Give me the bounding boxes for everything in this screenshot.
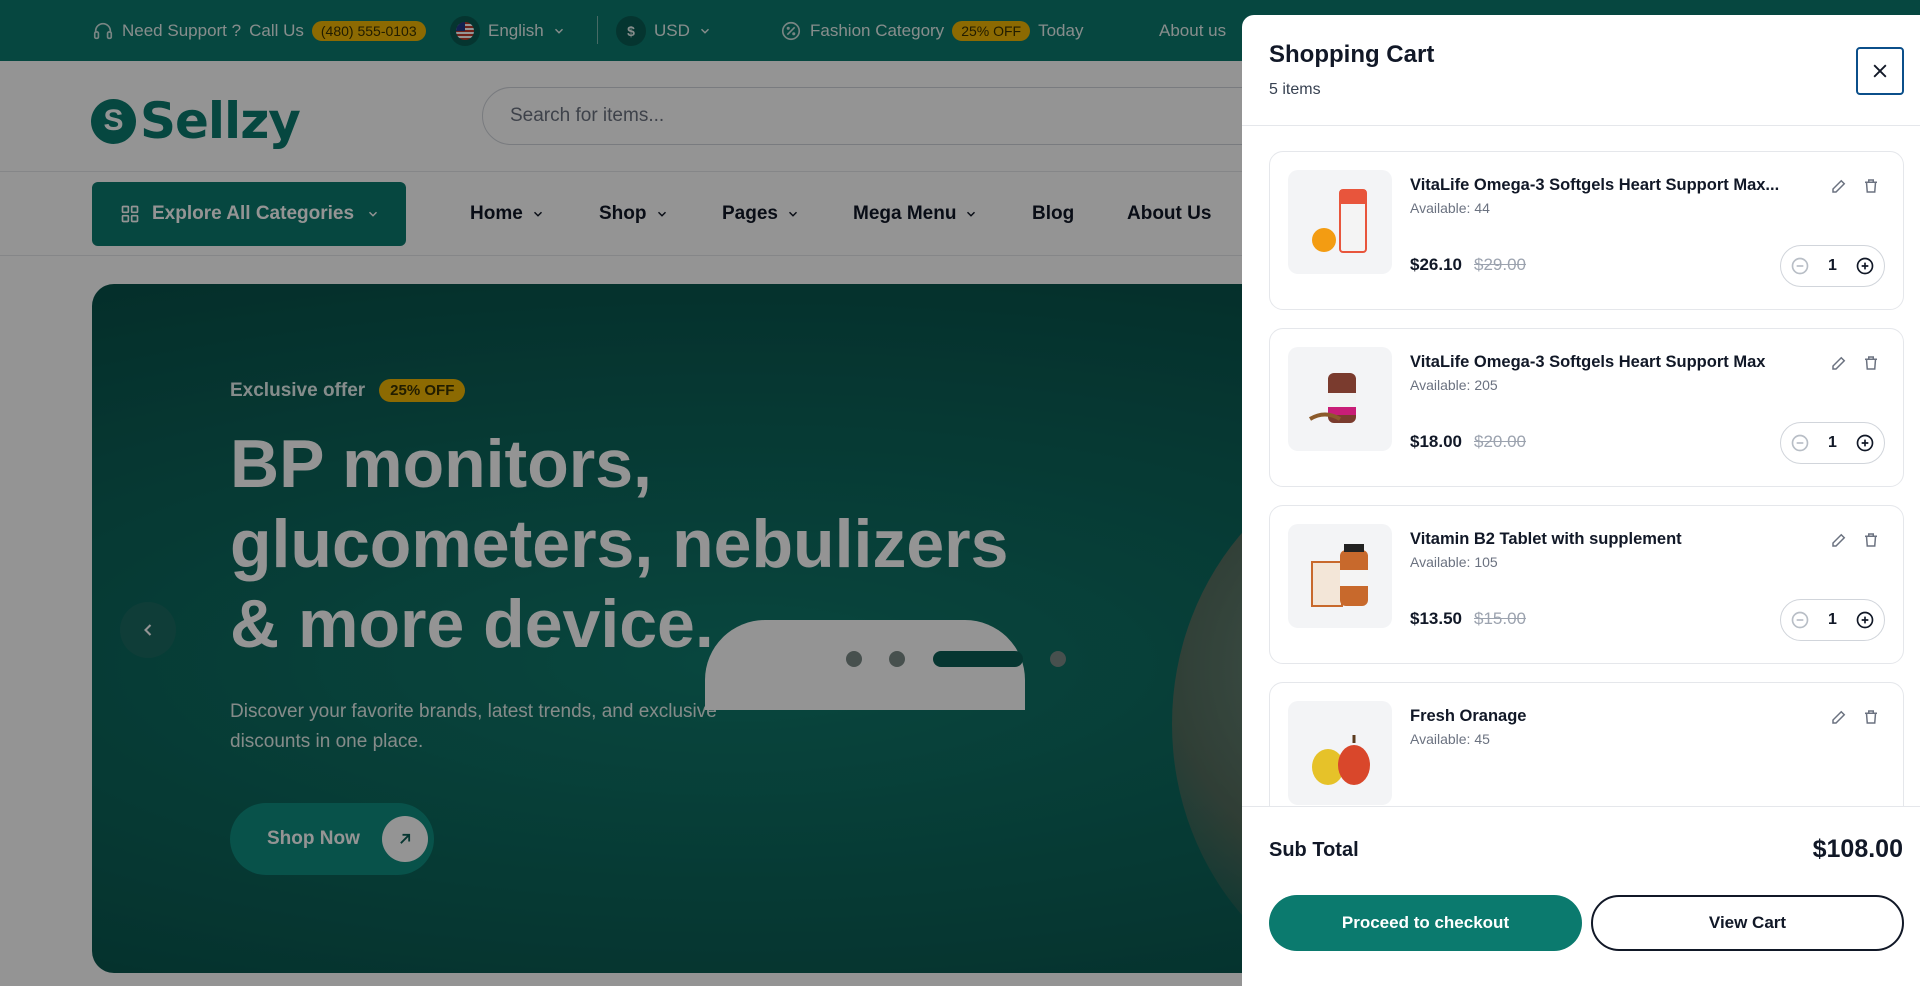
product-thumbnail[interactable]	[1288, 524, 1392, 628]
product-thumbnail[interactable]	[1288, 170, 1392, 274]
product-availability: Available: 105	[1410, 554, 1498, 570]
pencil-icon	[1832, 533, 1846, 547]
product-thumbnail[interactable]	[1288, 347, 1392, 451]
edit-item-button[interactable]	[1828, 352, 1850, 374]
product-availability: Available: 45	[1410, 731, 1490, 747]
product-availability: Available: 205	[1410, 377, 1498, 393]
cart-item: Fresh Oranage Available: 45	[1269, 682, 1904, 807]
cart-header: Shopping Cart 5 items	[1242, 15, 1920, 126]
quantity-value[interactable]: 1	[1828, 611, 1837, 629]
product-thumbnail[interactable]	[1288, 701, 1392, 805]
delete-item-button[interactable]	[1860, 352, 1882, 374]
pencil-icon	[1832, 356, 1846, 370]
quantity-stepper: 1	[1780, 422, 1885, 464]
quantity-stepper: 1	[1780, 599, 1885, 641]
minus-circle-icon[interactable]	[1790, 433, 1810, 453]
minus-circle-icon[interactable]	[1790, 256, 1810, 276]
delete-item-button[interactable]	[1860, 175, 1882, 197]
product-price: $18.00	[1410, 432, 1462, 451]
delete-item-button[interactable]	[1860, 529, 1882, 551]
cart-title: Shopping Cart	[1269, 41, 1435, 68]
close-cart-button[interactable]	[1856, 47, 1904, 95]
product-name[interactable]: Vitamin B2 Tablet with supplement	[1410, 530, 1790, 549]
quantity-value[interactable]: 1	[1828, 257, 1837, 275]
pencil-icon	[1832, 179, 1846, 193]
trash-icon	[1865, 533, 1877, 547]
plus-circle-icon[interactable]	[1855, 433, 1875, 453]
product-name[interactable]: VitaLife Omega-3 Softgels Heart Support …	[1410, 176, 1790, 195]
product-name[interactable]: Fresh Oranage	[1410, 707, 1790, 726]
minus-circle-icon[interactable]	[1790, 610, 1810, 630]
subtotal-value: $108.00	[1812, 835, 1903, 863]
cart-item: VitaLife Omega-3 Softgels Heart Support …	[1269, 151, 1904, 310]
trash-icon	[1865, 710, 1877, 724]
subtotal-label: Sub Total	[1269, 839, 1359, 861]
trash-icon	[1865, 179, 1877, 193]
product-old-price: $20.00	[1474, 432, 1526, 451]
product-name[interactable]: VitaLife Omega-3 Softgels Heart Support …	[1410, 353, 1790, 372]
close-icon	[1873, 64, 1887, 78]
product-availability: Available: 44	[1410, 200, 1490, 216]
edit-item-button[interactable]	[1828, 175, 1850, 197]
proceed-to-checkout-button[interactable]: Proceed to checkout	[1269, 895, 1582, 951]
delete-item-button[interactable]	[1860, 706, 1882, 728]
edit-item-button[interactable]	[1828, 529, 1850, 551]
product-price: $13.50	[1410, 609, 1462, 628]
plus-circle-icon[interactable]	[1855, 256, 1875, 276]
product-old-price: $15.00	[1474, 609, 1526, 628]
cart-drawer: Shopping Cart 5 items VitaLife Omega-3 S…	[1242, 15, 1920, 986]
pencil-icon	[1832, 710, 1846, 724]
quantity-value[interactable]: 1	[1828, 434, 1837, 452]
cart-footer: Sub Total $108.00 Proceed to checkout Vi…	[1242, 806, 1920, 986]
plus-circle-icon[interactable]	[1855, 610, 1875, 630]
cart-item: VitaLife Omega-3 Softgels Heart Support …	[1269, 328, 1904, 487]
edit-item-button[interactable]	[1828, 706, 1850, 728]
product-price: $26.10	[1410, 255, 1462, 274]
trash-icon	[1865, 356, 1877, 370]
cart-item-list[interactable]: VitaLife Omega-3 Softgels Heart Support …	[1242, 127, 1920, 807]
view-cart-button[interactable]: View Cart	[1591, 895, 1904, 951]
product-old-price: $29.00	[1474, 255, 1526, 274]
quantity-stepper: 1	[1780, 245, 1885, 287]
cart-item: Vitamin B2 Tablet with supplement Availa…	[1269, 505, 1904, 664]
cart-item-count: 5 items	[1269, 81, 1321, 98]
